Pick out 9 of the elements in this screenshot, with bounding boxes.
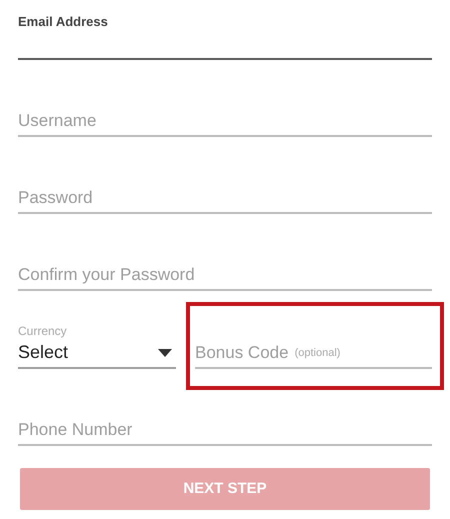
input-field[interactable]: Bonus Code (optional) xyxy=(195,339,432,369)
caret-icon xyxy=(158,348,172,356)
field-label: Currency xyxy=(18,324,67,338)
input-field[interactable]: Username xyxy=(18,107,432,137)
input-field[interactable]: Password xyxy=(18,184,432,214)
currency-select[interactable]: Select xyxy=(18,338,176,369)
input-field[interactable]: Phone Number xyxy=(18,416,432,446)
input-field[interactable]: Confirm your Password xyxy=(18,261,432,291)
field-label: Email Address xyxy=(18,14,108,30)
